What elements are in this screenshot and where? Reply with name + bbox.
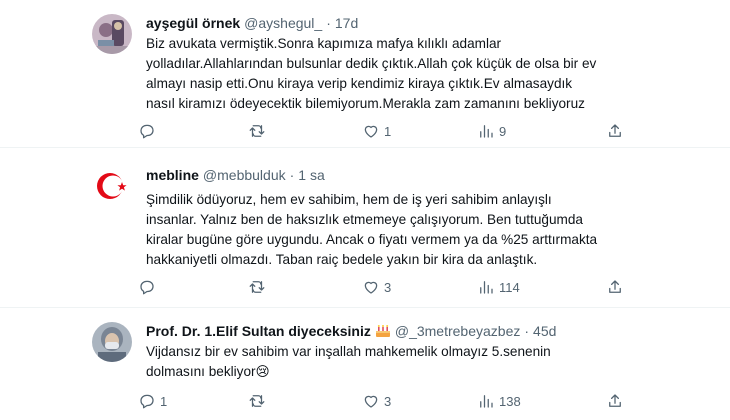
avatar[interactable]: [92, 14, 132, 54]
views-button[interactable]: 9: [477, 120, 506, 142]
tweet[interactable]: ayşegül örnek @ayshegul_ · 17d Biz avuka…: [0, 0, 730, 148]
reply-button[interactable]: [138, 276, 160, 298]
avatar[interactable]: [92, 166, 132, 206]
heart-icon: [364, 281, 378, 294]
views-chart-icon: [480, 125, 493, 138]
avatar-image: [92, 322, 132, 362]
tweet[interactable]: Prof. Dr. 1.Elif Sultan diyeceksiniz @_3…: [0, 308, 730, 420]
timestamp[interactable]: 1 sa: [298, 166, 324, 184]
user-handle[interactable]: @_3metrebeyazbez: [395, 322, 521, 340]
reply-icon: [140, 124, 154, 139]
views-chart-icon: [480, 281, 493, 294]
user-handle[interactable]: @mebbulduk: [203, 166, 286, 184]
views-button[interactable]: 114: [477, 276, 520, 298]
retweet-button[interactable]: [248, 390, 270, 412]
display-name[interactable]: ayşegül örnek: [146, 14, 240, 32]
reply-icon: [140, 280, 154, 295]
separator: ·: [289, 167, 295, 183]
avatar-image: [92, 14, 132, 54]
retweet-button[interactable]: [248, 276, 270, 298]
separator: ·: [326, 15, 331, 31]
heart-icon: [364, 395, 378, 408]
like-count: 1: [384, 123, 392, 139]
action-bar: 1 3 138: [138, 390, 626, 412]
action-bar: 1 9: [138, 120, 626, 142]
reply-button[interactable]: [138, 120, 160, 142]
share-icon: [609, 280, 621, 293]
user-handle[interactable]: @ayshegul_: [244, 14, 322, 32]
timestamp[interactable]: 17d: [335, 14, 358, 32]
share-button[interactable]: [606, 390, 624, 412]
like-button[interactable]: 3: [362, 390, 391, 412]
share-icon: [609, 394, 621, 407]
reply-count: 1: [160, 393, 168, 409]
views-count: 114: [499, 279, 520, 295]
heart-icon: [364, 125, 378, 138]
retweet-icon: [249, 281, 265, 293]
tweet-header: ayşegül örnek @ayshegul_ · 17d: [146, 14, 358, 32]
tweet-text: Şimdilik ödüyoruz, hem ev sahibim, hem d…: [146, 192, 598, 267]
like-button[interactable]: 3: [362, 276, 391, 298]
like-count: 3: [384, 393, 392, 409]
share-button[interactable]: [606, 120, 624, 142]
separator: ·: [524, 323, 530, 339]
retweet-icon: [249, 125, 265, 137]
action-bar: 3 114: [138, 276, 626, 298]
tweet-header: Prof. Dr. 1.Elif Sultan diyeceksiniz @_3…: [146, 322, 556, 340]
tweet-text: Vijdansız bir ev sahibim var inşallah ma…: [146, 344, 551, 379]
timestamp[interactable]: 45d: [533, 322, 556, 340]
views-count: 9: [499, 123, 507, 139]
tweet[interactable]: mebline @mebbulduk · 1 sa Şimdilik ödüyo…: [0, 148, 730, 308]
tweet-text: Biz avukata vermiştik.Sonra kapımıza maf…: [146, 36, 597, 111]
share-icon: [609, 124, 621, 137]
display-name[interactable]: Prof. Dr. 1.Elif Sultan diyeceksiniz: [146, 322, 371, 340]
views-count: 138: [499, 393, 521, 409]
views-button[interactable]: 138: [477, 390, 521, 412]
reply-button[interactable]: 1: [138, 390, 167, 412]
display-name[interactable]: mebline: [146, 166, 199, 184]
retweet-icon: [249, 395, 265, 407]
like-count: 3: [384, 279, 392, 295]
views-chart-icon: [480, 395, 493, 408]
reply-icon: [140, 394, 154, 409]
like-button[interactable]: 1: [362, 120, 391, 142]
retweet-button[interactable]: [248, 120, 270, 142]
avatar-image: [92, 166, 132, 206]
share-button[interactable]: [606, 276, 624, 298]
avatar[interactable]: [92, 322, 132, 362]
birthday-cake-icon: [375, 324, 391, 338]
tweet-header: mebline @mebbulduk · 1 sa: [146, 166, 325, 184]
